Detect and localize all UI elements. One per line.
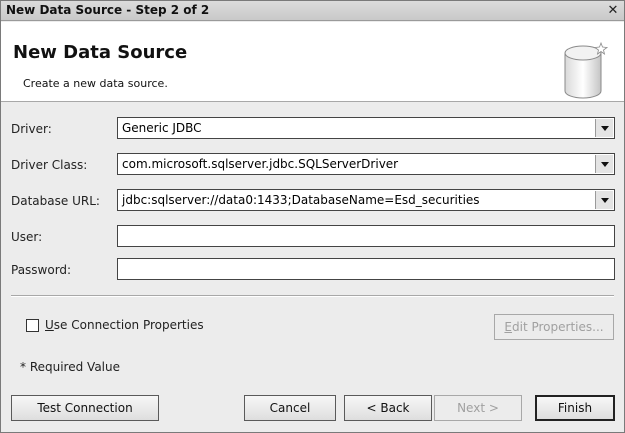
- use-connection-properties-label[interactable]: Use Connection Properties: [45, 318, 204, 332]
- finish-button[interactable]: Finish: [535, 395, 615, 421]
- driver-value: Generic JDBC: [122, 121, 202, 135]
- driver-class-value: com.microsoft.sqlserver.jdbc.SQLServerDr…: [122, 157, 399, 171]
- driver-class-select[interactable]: com.microsoft.sqlserver.jdbc.SQLServerDr…: [117, 153, 615, 175]
- database-icon: [564, 41, 609, 99]
- label-text: se Connection Properties: [53, 318, 204, 332]
- mnemonic-letter: U: [45, 318, 54, 332]
- chevron-down-icon: [601, 126, 609, 131]
- database-url-value: jdbc:sqlserver://data0:1433;DatabaseName…: [122, 193, 480, 207]
- mnemonic-letter: E: [504, 320, 513, 334]
- title-bar[interactable]: New Data Source - Step 2 of 2 ✕: [1, 1, 624, 21]
- close-icon[interactable]: ✕: [605, 3, 621, 19]
- separator: [11, 295, 614, 297]
- test-connection-button[interactable]: Test Connection: [11, 395, 159, 421]
- page-subtitle: Create a new data source.: [23, 77, 168, 90]
- database-url-dropdown-button[interactable]: [595, 191, 613, 209]
- driver-class-label: Driver Class:: [11, 158, 88, 172]
- label-text: dit Properties...: [512, 320, 604, 334]
- new-data-source-dialog: New Data Source - Step 2 of 2 ✕ New Data…: [0, 0, 625, 433]
- chevron-down-icon: [601, 162, 609, 167]
- user-field[interactable]: [117, 225, 615, 247]
- required-value-note: * Required Value: [20, 360, 120, 374]
- edit-properties-button[interactable]: Edit Properties...: [494, 314, 614, 340]
- use-connection-properties-checkbox[interactable]: [26, 319, 39, 332]
- password-label: Password:: [11, 263, 72, 277]
- back-button[interactable]: < Back: [344, 395, 432, 421]
- header-banner: New Data Source Create a new data source…: [1, 22, 624, 102]
- next-button[interactable]: Next >: [434, 395, 522, 421]
- page-title: New Data Source: [13, 42, 188, 63]
- cancel-button[interactable]: Cancel: [244, 395, 336, 421]
- database-url-label: Database URL:: [11, 194, 100, 208]
- driver-select[interactable]: Generic JDBC: [117, 117, 615, 139]
- password-field[interactable]: [117, 258, 615, 280]
- driver-label: Driver:: [11, 122, 52, 136]
- database-url-select[interactable]: jdbc:sqlserver://data0:1433;DatabaseName…: [117, 189, 615, 211]
- user-label: User:: [11, 230, 43, 244]
- chevron-down-icon: [601, 198, 609, 203]
- window-title: New Data Source - Step 2 of 2: [6, 3, 210, 17]
- driver-class-dropdown-button[interactable]: [595, 155, 613, 173]
- driver-dropdown-button[interactable]: [595, 119, 613, 137]
